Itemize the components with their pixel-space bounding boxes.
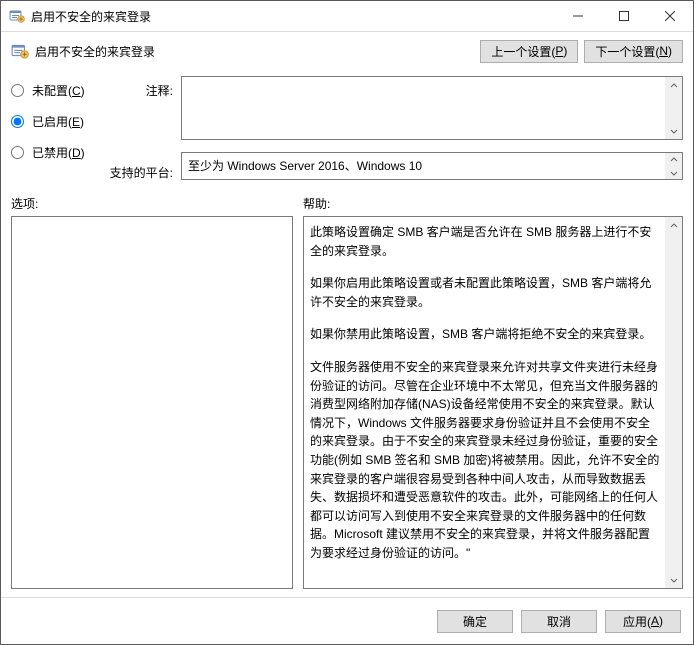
radio-disabled[interactable]: 已禁用(D) [11, 144, 95, 161]
next-setting-button[interactable]: 下一个设置(N) [584, 40, 683, 63]
toolbar: 启用不安全的来宾登录 上一个设置(P) 下一个设置(N) [1, 32, 693, 70]
apply-label-mnemonic: A [651, 614, 659, 628]
config-section: 未配置(C) 已启用(E) 已禁用(D) 注释: 支持的平台: [1, 70, 693, 189]
policy-title: 启用不安全的来宾登录 [35, 43, 474, 60]
state-radio-group: 未配置(C) 已启用(E) 已禁用(D) [11, 76, 95, 181]
comment-label: 注释: [103, 76, 173, 142]
ok-button[interactable]: 确定 [437, 610, 513, 633]
prev-label-mnemonic: P [555, 44, 563, 58]
radio-not-configured-input[interactable] [11, 84, 24, 97]
help-panel: 此策略设置确定 SMB 客户端是否允许在 SMB 服务器上进行不安全的来宾登录。… [303, 216, 683, 589]
supported-platform-box: 至少为 Windows Server 2016、Windows 10 [181, 152, 683, 180]
minimize-button[interactable] [555, 1, 601, 31]
prev-label-suffix: ) [563, 44, 567, 58]
titlebar: 启用不安全的来宾登录 [1, 1, 693, 32]
ok-label: 确定 [463, 613, 487, 630]
supported-platform-text: 至少为 Windows Server 2016、Windows 10 [188, 159, 422, 173]
prev-label-prefix: 上一个设置( [491, 43, 555, 60]
cancel-button[interactable]: 取消 [521, 610, 597, 633]
scroll-down-icon[interactable] [665, 122, 682, 139]
cancel-label: 取消 [547, 613, 571, 630]
maximize-button[interactable] [601, 1, 647, 31]
help-header: 帮助: [303, 195, 683, 212]
options-panel [11, 216, 293, 589]
comment-scrollbar[interactable] [665, 77, 682, 139]
field-values: 至少为 Windows Server 2016、Windows 10 [181, 76, 683, 181]
help-paragraph: 文件服务器使用不安全的来宾登录来允许对共享文件夹进行未经身份验证的访问。尽管在企… [310, 358, 660, 563]
radio-not-configured[interactable]: 未配置(C) [11, 82, 95, 99]
platform-label: 支持的平台: [103, 142, 173, 181]
section-headers: 选项: 帮助: [1, 189, 693, 216]
platform-scrollbar[interactable] [665, 153, 682, 179]
scroll-down-icon[interactable] [665, 166, 682, 179]
radio-disabled-input[interactable] [11, 146, 24, 159]
scroll-down-icon[interactable] [665, 571, 682, 588]
main-panes: 此策略设置确定 SMB 客户端是否允许在 SMB 服务器上进行不安全的来宾登录。… [1, 216, 693, 597]
apply-button[interactable]: 应用(A) [605, 610, 681, 633]
close-button[interactable] [647, 1, 693, 31]
scroll-up-icon[interactable] [665, 217, 682, 234]
policy-editor-window: 启用不安全的来宾登录 启用不安全的来宾登录 上一个设置(P) [0, 0, 694, 645]
help-scrollbar[interactable] [665, 217, 682, 588]
comment-textarea[interactable] [181, 76, 683, 140]
options-header: 选项: [11, 195, 303, 212]
dialog-footer: 确定 取消 应用(A) [1, 597, 693, 644]
field-labels: 注释: 支持的平台: [103, 76, 173, 181]
apply-label-suffix: ) [659, 614, 663, 628]
next-label-mnemonic: N [659, 44, 668, 58]
help-paragraph: 如果你禁用此策略设置，SMB 客户端将拒绝不安全的来宾登录。 [310, 325, 660, 344]
window-title: 启用不安全的来宾登录 [31, 8, 555, 25]
policy-icon [9, 8, 25, 24]
scroll-up-icon[interactable] [665, 153, 682, 166]
previous-setting-button[interactable]: 上一个设置(P) [480, 40, 578, 63]
help-paragraph: 此策略设置确定 SMB 客户端是否允许在 SMB 服务器上进行不安全的来宾登录。 [310, 223, 660, 260]
scroll-up-icon[interactable] [665, 77, 682, 94]
apply-label-prefix: 应用( [623, 613, 651, 630]
help-paragraph: 如果你启用此策略设置或者未配置此策略设置，SMB 客户端将允许不安全的来宾登录。 [310, 274, 660, 311]
radio-enabled-input[interactable] [11, 115, 24, 128]
next-label-suffix: ) [668, 44, 672, 58]
radio-enabled[interactable]: 已启用(E) [11, 113, 95, 130]
next-label-prefix: 下一个设置( [595, 43, 659, 60]
policy-icon [11, 42, 29, 60]
